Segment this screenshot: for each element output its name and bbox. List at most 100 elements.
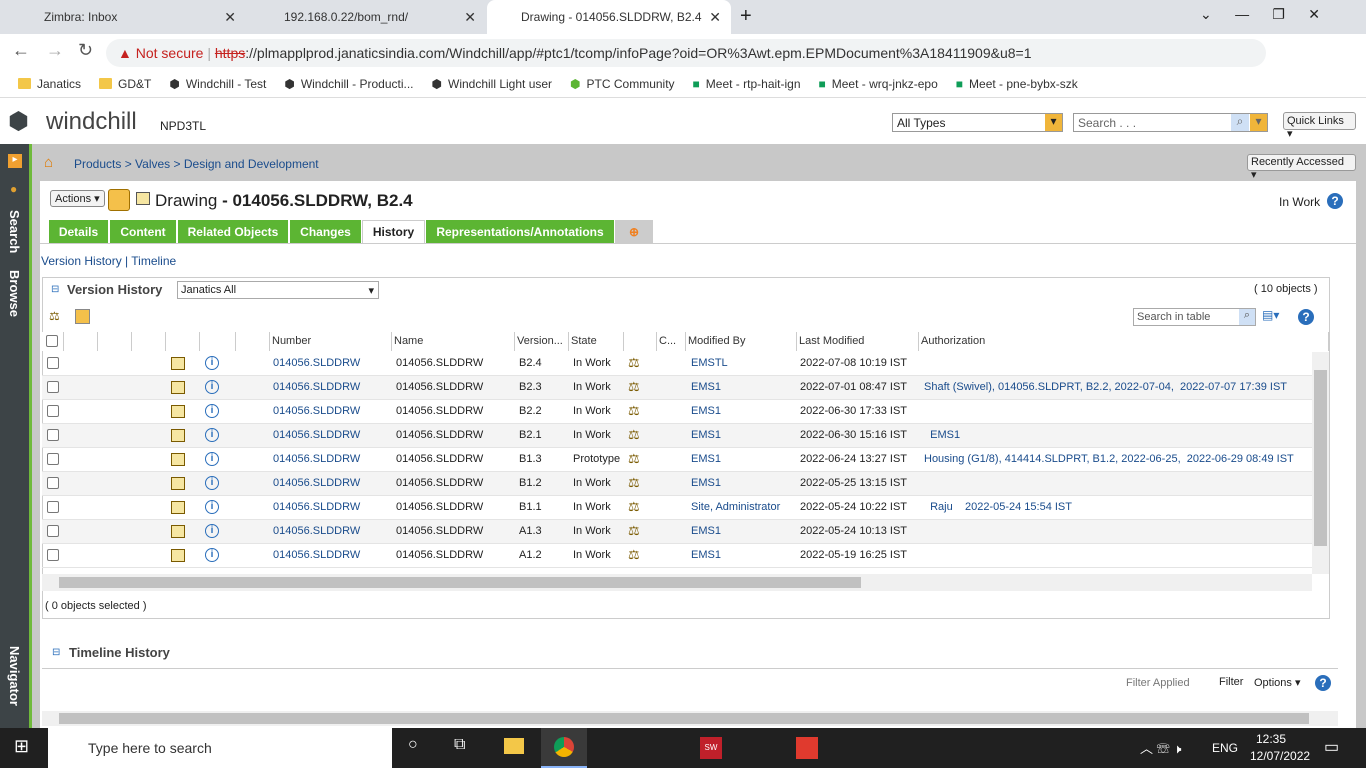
table-row[interactable]: i 014056.SLDDRW 014056.SLDDRW B2.3 In Wo… [42, 376, 1312, 400]
select-all-checkbox[interactable] [42, 332, 64, 351]
window-controls[interactable]: ⌄ — ❐ ✕ [1200, 6, 1320, 23]
row-checkbox[interactable] [47, 357, 59, 369]
help-icon[interactable]: ? [1315, 675, 1331, 691]
compare-scale-icon[interactable]: ⚖ [628, 403, 640, 419]
cell-modified-by[interactable]: EMS1 [691, 525, 721, 537]
browser-tab-active[interactable]: Drawing - 014056.SLDDRW, B2.4 ✕ [487, 0, 731, 34]
bookmark[interactable]: ⬢ Windchill - Test [169, 77, 266, 91]
view-select[interactable]: Janatics All ▾ [177, 281, 379, 299]
column-menu-icon[interactable]: ▤▾ [1262, 308, 1279, 322]
task-view-icon[interactable]: ⧉ [454, 736, 465, 754]
column-state[interactable]: State [569, 332, 624, 351]
drawing-icon[interactable] [171, 501, 185, 514]
tray-icons[interactable]: ︿ ☏ 🕨 [1140, 738, 1181, 757]
cell-number[interactable]: 014056.SLDDRW [273, 501, 360, 513]
bookmark[interactable]: GD&T [99, 77, 151, 91]
compare-scale-icon[interactable]: ⚖ [628, 451, 640, 467]
taskbar-search[interactable]: Type here to search [48, 728, 392, 768]
options-button[interactable]: Options ▾ [1254, 676, 1301, 689]
file-explorer-icon[interactable] [504, 738, 524, 754]
bookmark[interactable]: ■ Meet - rtp-hait-ign [693, 77, 801, 91]
info-icon[interactable]: i [205, 524, 219, 538]
windows-start-icon[interactable]: ⊞ [14, 736, 29, 757]
row-checkbox[interactable] [47, 405, 59, 417]
browser-tab[interactable]: Zimbra: Inbox ✕ [8, 0, 246, 34]
row-checkbox[interactable] [47, 381, 59, 393]
drawing-icon[interactable] [171, 453, 185, 466]
cell-modified-by[interactable]: EMSTL [691, 357, 728, 369]
drawing-thumbnail-icon[interactable] [108, 189, 130, 211]
close-icon[interactable]: ✕ [224, 9, 236, 26]
compare-icon[interactable]: ⚖ [49, 309, 60, 323]
cell-modified-by[interactable]: Site, Administrator [691, 501, 780, 513]
navigator-nav[interactable]: Navigator [7, 646, 22, 706]
table-row[interactable]: i 014056.SLDDRW 014056.SLDDRW B1.2 In Wo… [42, 472, 1312, 496]
table-row[interactable]: i 014056.SLDDRW 014056.SLDDRW A1.3 In Wo… [42, 520, 1312, 544]
cortana-icon[interactable]: ○ [408, 736, 418, 754]
back-icon[interactable]: ← [12, 40, 30, 61]
subnav-timeline[interactable]: Timeline [131, 254, 176, 268]
row-checkbox[interactable] [47, 501, 59, 513]
recently-accessed-button[interactable]: Recently Accessed ▾ [1247, 154, 1356, 181]
table-row[interactable]: i 014056.SLDDRW 014056.SLDDRW B2.2 In Wo… [42, 400, 1312, 424]
cell-number[interactable]: 014056.SLDDRW [273, 525, 360, 537]
tab-representations[interactable]: Representations/Annotations [426, 220, 614, 243]
timeline-scrollbar[interactable] [42, 711, 1338, 726]
info-icon[interactable]: i [205, 548, 219, 562]
row-checkbox[interactable] [47, 525, 59, 537]
info-icon[interactable]: i [205, 500, 219, 514]
bookmark[interactable]: ■ Meet - pne-bybx-szk [956, 77, 1078, 91]
vertical-scrollbar[interactable] [1312, 352, 1329, 574]
row-checkbox[interactable] [47, 453, 59, 465]
horizontal-scrollbar[interactable] [42, 574, 1312, 591]
column-number[interactable]: Number [270, 332, 392, 351]
pin-icon[interactable]: ● [10, 182, 17, 196]
bookmark[interactable]: ⬢ Windchill - Producti... [284, 77, 413, 91]
compare-scale-icon[interactable]: ⚖ [628, 379, 640, 395]
cell-modified-by[interactable]: EMS1 [691, 477, 721, 489]
cell-number[interactable]: 014056.SLDDRW [273, 381, 360, 393]
table-row[interactable]: i 014056.SLDDRW 014056.SLDDRW B1.1 In Wo… [42, 496, 1312, 520]
subnav-version-history[interactable]: Version History [41, 254, 122, 268]
info-icon[interactable]: i [205, 452, 219, 466]
table-row[interactable]: i 014056.SLDDRW 014056.SLDDRW B2.4 In Wo… [42, 352, 1312, 376]
drawing-icon[interactable] [171, 477, 185, 490]
filter-button[interactable]: Filter [1219, 676, 1243, 688]
info-icon[interactable]: i [205, 428, 219, 442]
bookmark[interactable]: ⬢ Windchill Light user [432, 77, 553, 91]
column-authorization[interactable]: Authorization [919, 332, 1329, 351]
forward-icon[interactable]: → [46, 40, 64, 61]
info-icon[interactable]: i [205, 356, 219, 370]
cell-modified-by[interactable]: EMS1 [691, 405, 721, 417]
compare-scale-icon[interactable]: ⚖ [628, 355, 640, 371]
cell-number[interactable]: 014056.SLDDRW [273, 477, 360, 489]
bookmark[interactable]: ⬢ PTC Community [570, 77, 675, 91]
bookmark[interactable]: Janatics [18, 77, 81, 91]
home-icon[interactable]: ⌂ [44, 154, 53, 171]
clock-time[interactable]: 12:35 [1256, 732, 1286, 746]
help-icon[interactable]: ? [1327, 193, 1343, 209]
column-modified-by[interactable]: Modified By [686, 332, 797, 351]
type-select[interactable]: All Types ▾ [892, 113, 1063, 132]
quick-links-button[interactable]: Quick Links ▾ [1283, 112, 1356, 140]
drawing-icon[interactable] [171, 381, 185, 394]
column-name[interactable]: Name [392, 332, 515, 351]
close-icon[interactable]: ✕ [709, 9, 721, 26]
solidworks-icon[interactable]: SW [700, 737, 722, 759]
add-tab-icon[interactable]: ⊕ [615, 220, 653, 243]
tab-details[interactable]: Details [49, 220, 108, 243]
expand-icon[interactable]: ▸ [8, 154, 22, 168]
table-row[interactable]: i 014056.SLDDRW 014056.SLDDRW B2.1 In Wo… [42, 424, 1312, 448]
language[interactable]: ENG [1212, 741, 1238, 755]
url-bar[interactable]: ▲ Not secure | https ://plmapplprod.jana… [106, 39, 1266, 67]
table-search-input[interactable]: Search in table ⌕ [1133, 308, 1256, 326]
tab-history[interactable]: History [362, 220, 425, 243]
compare-scale-icon[interactable]: ⚖ [628, 523, 640, 539]
cell-modified-by[interactable]: EMS1 [691, 549, 721, 561]
cell-modified-by[interactable]: EMS1 [691, 429, 721, 441]
tab-related-objects[interactable]: Related Objects [178, 220, 288, 243]
info-icon[interactable]: i [205, 476, 219, 490]
cell-number[interactable]: 014056.SLDDRW [273, 549, 360, 561]
compare-scale-icon[interactable]: ⚖ [628, 427, 640, 443]
table-row[interactable]: i 014056.SLDDRW 014056.SLDDRW B1.3 Proto… [42, 448, 1312, 472]
